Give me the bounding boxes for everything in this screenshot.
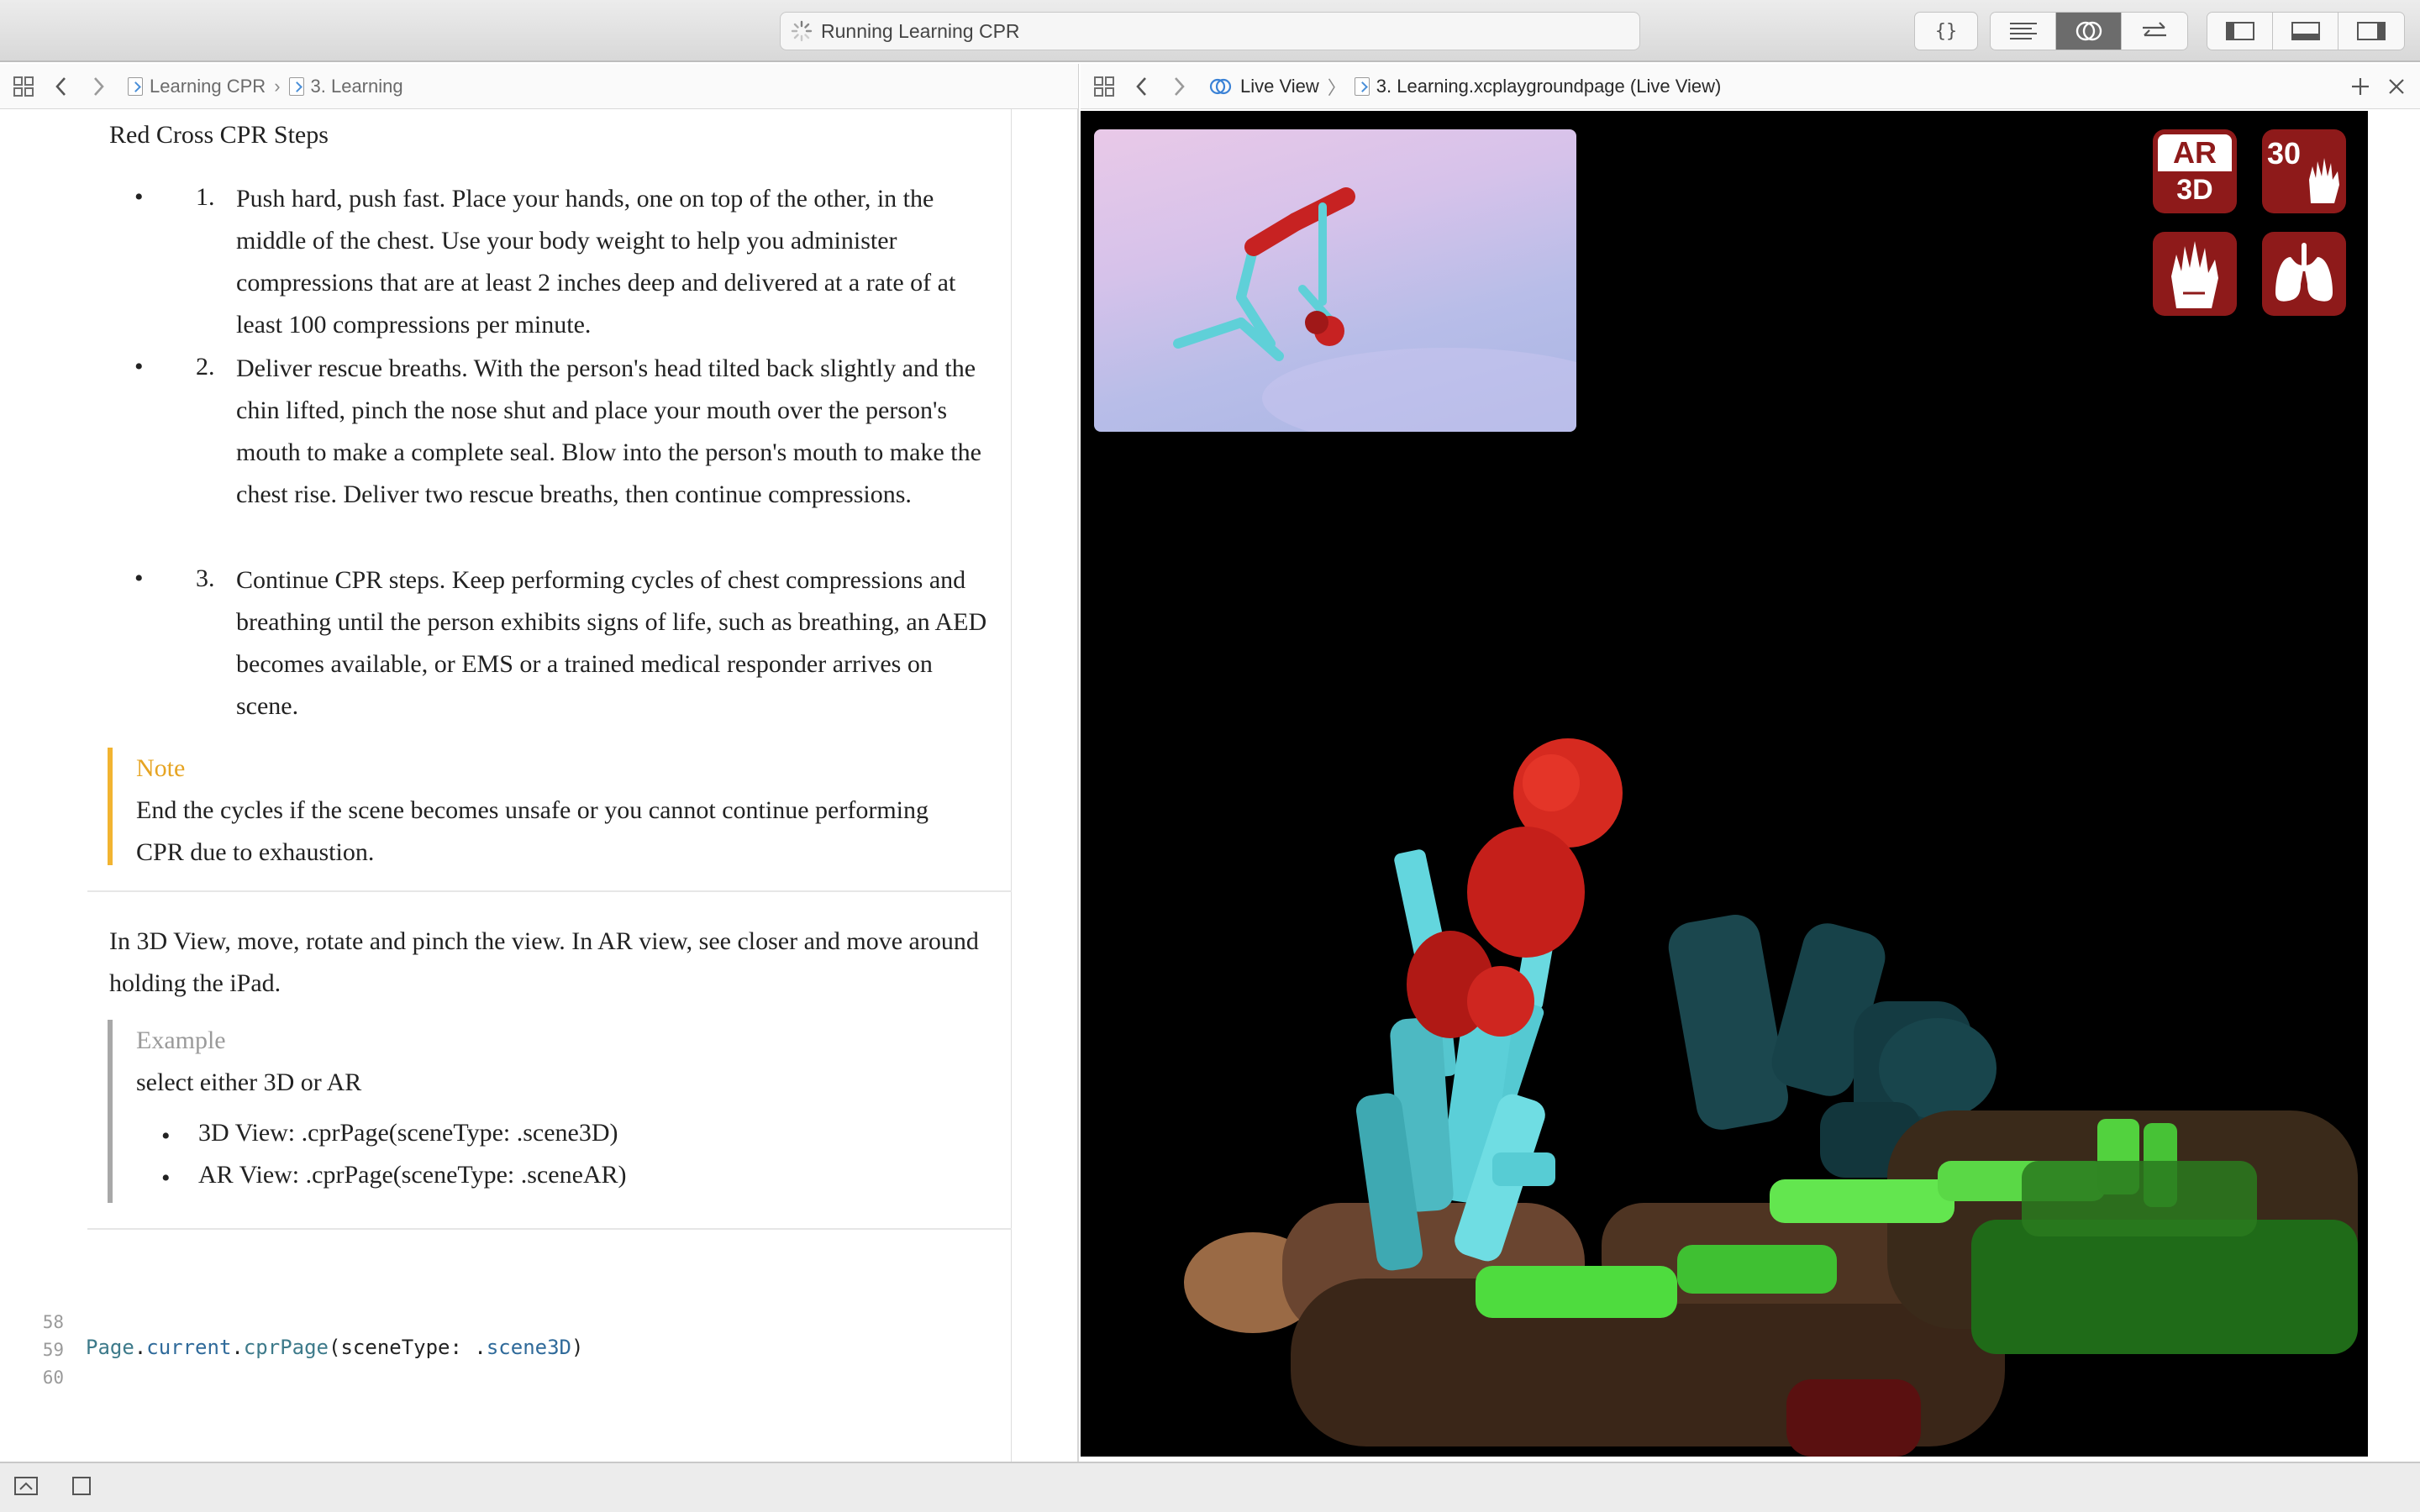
inspector-toggle-icon [2357, 22, 2386, 40]
navigator-toggle-button[interactable] [2207, 13, 2273, 50]
window-toolbar: Running Learning CPR {} [0, 0, 2420, 62]
rescuer-head [1407, 738, 1623, 1038]
editor-jump-bar: Learning CPR › 3. Learning [0, 64, 1079, 109]
example-callout: Example select either 3D or AR • 3D View… [108, 1020, 990, 1203]
hands-icon [2309, 158, 2339, 203]
activity-viewer: Running Learning CPR [780, 12, 1640, 50]
braces-icon: {} [1935, 21, 1958, 42]
breadcrumb-item[interactable]: Learning CPR [128, 76, 266, 97]
activity-text: Running Learning CPR [821, 19, 1020, 42]
compression-count-button[interactable]: 30 [2262, 129, 2346, 213]
example-intro: select either 3D or AR [136, 1068, 362, 1096]
breadcrumb-item[interactable]: 3. Learning.xcplaygroundpage (Live View) [1354, 75, 1722, 97]
code-line[interactable]: Page.current.cprPage(sceneType: .scene3D… [86, 1336, 583, 1359]
navigator-toggle-icon [2225, 22, 2254, 40]
back-chevron-icon[interactable] [54, 75, 69, 98]
breadcrumb-item[interactable]: Live View [1208, 75, 1319, 98]
version-editor-icon [2143, 22, 2166, 37]
console-toggle-icon[interactable] [13, 1475, 39, 1501]
3d-label: 3D [2176, 174, 2213, 206]
code-token: Page [86, 1336, 134, 1359]
line-number: 58 [42, 1312, 64, 1332]
breaths-button[interactable] [2262, 232, 2346, 316]
swift-file-icon [288, 76, 304, 96]
add-icon[interactable] [2349, 76, 2371, 97]
code-token: . [231, 1336, 244, 1359]
example-title: Example [136, 1026, 226, 1054]
grid-icon[interactable] [12, 75, 35, 98]
instructions-text: In 3D View, move, rotate and pinch the v… [109, 927, 979, 997]
line-number: 59 [42, 1340, 64, 1360]
code-token: ) [571, 1336, 584, 1359]
note-text: End the cycles if the scene becomes unsa… [136, 796, 929, 866]
step-text: Push hard, push fast. Place your hands, … [236, 185, 956, 339]
code-token: cprPage [243, 1336, 329, 1359]
count-label: 30 [2267, 136, 2302, 171]
window-edge [2368, 111, 2420, 1457]
step-number: 3. [196, 564, 215, 592]
line-number: 60 [42, 1368, 64, 1388]
bullet-marker: • [161, 1164, 171, 1192]
section-heading: Red Cross CPR Steps [109, 121, 329, 149]
assistant-editor-button[interactable] [2056, 13, 2122, 50]
debug-toggle-icon [2291, 22, 2320, 40]
compressions-button[interactable] [2153, 232, 2237, 316]
code-token: current [146, 1336, 232, 1359]
breadcrumb-item[interactable]: 3. Learning [288, 75, 403, 97]
panel-toggles-segmented [2207, 12, 2405, 50]
lungs-icon [2275, 243, 2333, 302]
live-view-scene[interactable]: AR 3D 30 [1081, 111, 2368, 1457]
spinner-icon [791, 20, 813, 42]
step-number: 1. [196, 183, 215, 211]
breadcrumb-label: 3. Learning.xcplaygroundpage (Live View) [1376, 75, 1722, 97]
breadcrumb-label: 3. Learning [310, 75, 403, 97]
braces-button[interactable]: {} [1914, 12, 1978, 50]
version-editor-button[interactable] [2122, 13, 2187, 50]
bullet-marker: • [134, 564, 144, 592]
debug-toggle-button[interactable] [2273, 13, 2338, 50]
breadcrumb-separator: › [274, 75, 281, 97]
breadcrumb-label: Live View [1240, 75, 1319, 97]
back-chevron-icon[interactable] [1134, 75, 1150, 98]
swift-file-icon [1354, 76, 1370, 96]
bullet-marker: • [161, 1122, 171, 1150]
live-view-icon [1209, 78, 1232, 94]
bottom-status-bar [0, 1462, 2420, 1512]
editor-results-gutter [1013, 109, 1079, 1462]
breadcrumb-separator: 〉 [1327, 76, 1346, 98]
section-divider [87, 890, 1012, 892]
bullet-marker: • [134, 183, 144, 211]
example-item: 3D View: .cprPage(sceneType: .scene3D) [198, 1119, 618, 1147]
standard-editor-button[interactable] [1991, 13, 2056, 50]
bullet-marker: • [134, 353, 144, 381]
stop-icon[interactable] [71, 1475, 92, 1501]
code-token: (sceneType: . [329, 1336, 487, 1359]
note-callout: Note End the cycles if the scene becomes… [108, 748, 990, 866]
playground-editor[interactable]: Red Cross CPR Steps • 1. Push hard, push… [0, 109, 1012, 1462]
code-token: scene3D [486, 1336, 572, 1359]
inspector-toggle-button[interactable] [2338, 13, 2404, 50]
assistant-editor-icon [2075, 21, 2102, 41]
example-item: AR View: .cprPage(sceneType: .sceneAR) [198, 1161, 627, 1189]
standard-editor-icon [2009, 23, 2037, 39]
forward-chevron-icon[interactable] [91, 75, 106, 98]
step-number: 2. [196, 353, 215, 381]
forward-chevron-icon[interactable] [1171, 75, 1186, 98]
section-divider [87, 1228, 1012, 1230]
ar-3d-toggle-button[interactable]: AR 3D [2153, 129, 2237, 213]
step-text: Continue CPR steps. Keep performing cycl… [236, 566, 987, 720]
close-icon[interactable] [2386, 76, 2407, 97]
ar-label: AR [2158, 134, 2232, 171]
hands-icon [2171, 241, 2218, 308]
editor-mode-segmented [1990, 12, 2188, 50]
grid-icon[interactable] [1092, 75, 1116, 98]
note-title: Note [136, 754, 186, 782]
svg-text:{}: {} [1935, 21, 1958, 42]
breadcrumb-label: Learning CPR [150, 75, 266, 97]
code-token: . [134, 1336, 147, 1359]
step-text: Deliver rescue breaths. With the person'… [236, 354, 981, 508]
swift-file-icon [128, 76, 143, 96]
assistant-jump-bar: Live View 〉 3. Learning.xcplaygroundpage… [1081, 64, 2420, 109]
